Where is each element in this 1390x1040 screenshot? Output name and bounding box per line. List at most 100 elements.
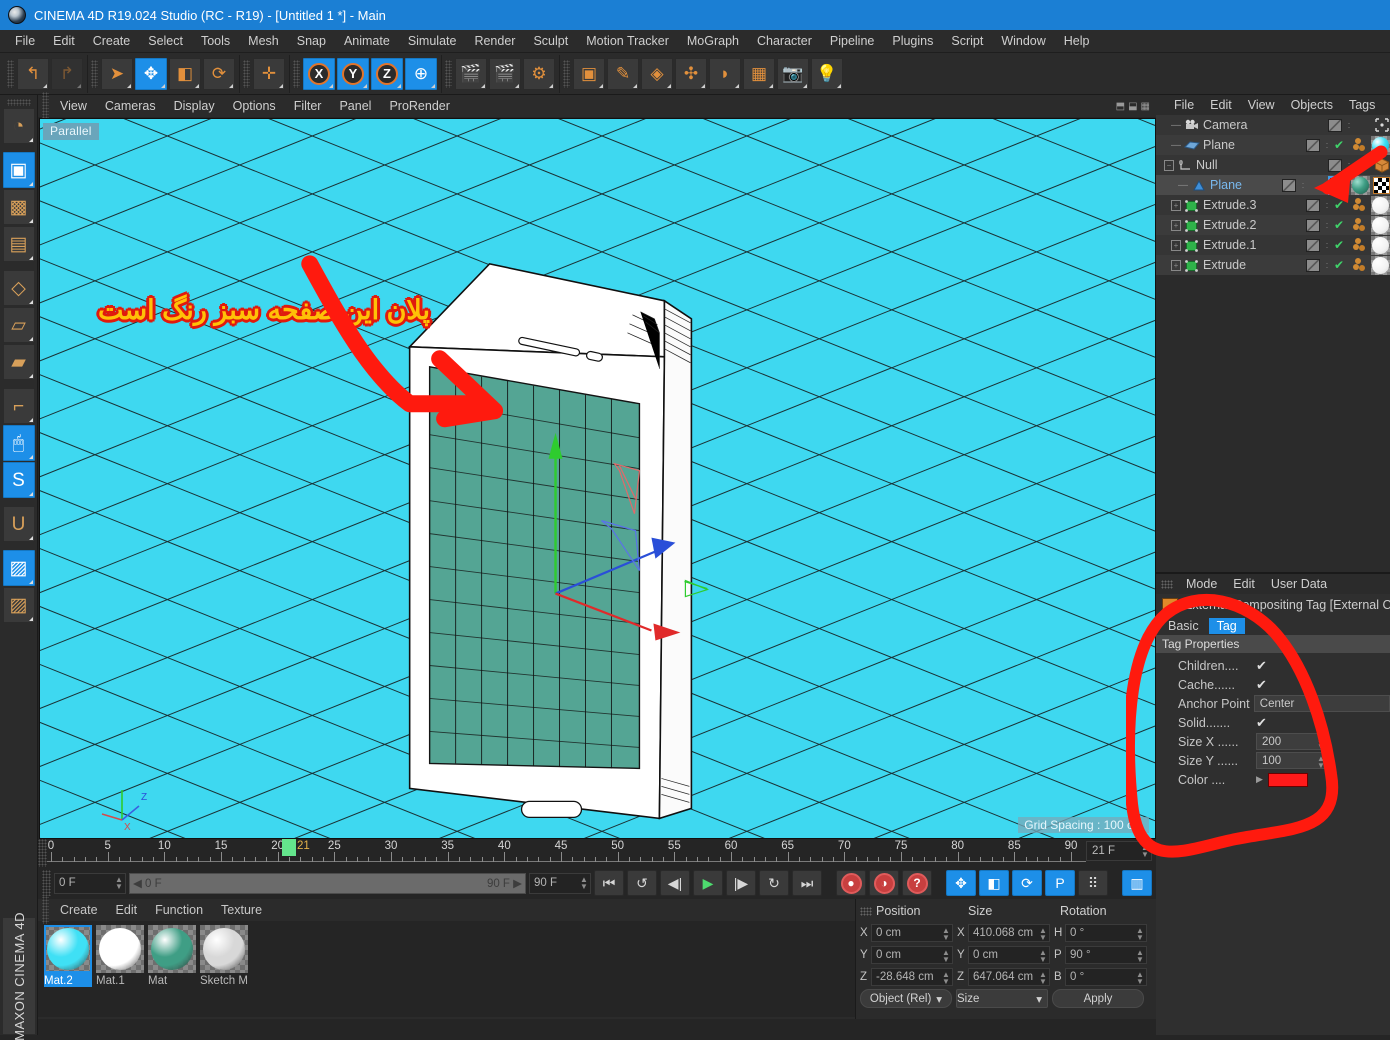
anim-toolbar-gripper[interactable] <box>42 870 51 896</box>
submenu-corner-icon[interactable] <box>28 580 33 584</box>
viewport-maximize-icon[interactable]: ⬓ <box>1128 101 1137 112</box>
checker-tag-icon[interactable] <box>1373 176 1390 194</box>
spinner-icon[interactable]: ▲ ▼ <box>1136 949 1144 964</box>
box-tag-icon[interactable] <box>1374 157 1390 173</box>
menu-item-motion-tracker[interactable]: Motion Tracker <box>577 32 678 50</box>
enable-checkmark-icon[interactable]: ✔ <box>1332 218 1346 232</box>
viewport-minimize-icon[interactable]: ⬒ <box>1116 101 1125 112</box>
attribute-menu-user-data[interactable]: User Data <box>1263 576 1335 592</box>
object-tags[interactable] <box>1322 175 1390 195</box>
submenu-corner-icon[interactable] <box>28 374 33 378</box>
add-environment-button[interactable]: ▦ <box>743 57 775 90</box>
layer-dots-icon[interactable]: · · <box>1322 239 1332 252</box>
coord-mode-dropdown[interactable]: Object (Rel) ▾ <box>860 989 952 1008</box>
world-object-coordinates-button[interactable]: ⊕ <box>405 57 437 90</box>
attribute-tab-tag[interactable]: Tag <box>1208 617 1245 634</box>
external-compositing-tag-icon[interactable] <box>1328 175 1348 195</box>
polygons-mode-tool[interactable]: ▰ <box>2 344 35 380</box>
submenu-corner-icon[interactable] <box>363 83 367 88</box>
submenu-corner-icon[interactable] <box>229 83 233 88</box>
visibility-toggle[interactable] <box>1328 118 1342 132</box>
toolbar-gripper[interactable] <box>243 59 250 88</box>
live-selection-tool[interactable]: ➤ <box>101 57 133 90</box>
material-tag-icon[interactable] <box>1371 195 1390 215</box>
rotation-field-h[interactable]: 0 ° ▲ ▼ <box>1065 924 1147 942</box>
object-tags[interactable] <box>1346 215 1390 235</box>
object-menu-objects[interactable]: Objects <box>1283 97 1341 113</box>
material-tag-icon[interactable] <box>1371 255 1390 275</box>
position-key-button[interactable]: ✥ <box>946 870 976 896</box>
layer-dots-icon[interactable]: · · <box>1322 139 1332 152</box>
object-tags[interactable] <box>1346 255 1390 275</box>
enable-checkmark-icon[interactable]: ✔ <box>1332 138 1346 152</box>
autokeying-button[interactable]: ◑ <box>869 870 899 896</box>
layer-dots-icon[interactable]: · · <box>1344 119 1354 132</box>
viewport-menu-gripper[interactable] <box>42 92 49 120</box>
object-manager-menu[interactable]: FileEditViewObjectsTagsBo <box>1156 95 1390 115</box>
attribute-manager-menu[interactable]: Mode Edit User Data <box>1156 574 1390 594</box>
record-active-objects-button[interactable]: ● <box>836 870 866 896</box>
go-to-next-frame-button[interactable]: |▶ <box>726 870 756 896</box>
attribute-tabs[interactable]: Basic Tag <box>1156 616 1390 635</box>
menu-item-snap[interactable]: Snap <box>288 32 335 50</box>
material-menu-create[interactable]: Create <box>51 901 107 919</box>
layer-dots-icon[interactable]: · · <box>1344 159 1354 172</box>
property-color-swatch[interactable] <box>1267 772 1308 787</box>
viewport-panel-buttons[interactable]: ⬒ ⬓ ▦ <box>1116 101 1156 112</box>
material-menu-function[interactable]: Function <box>146 901 212 919</box>
viewport-menu-cameras[interactable]: Cameras <box>96 97 165 115</box>
viewport-menu-display[interactable]: Display <box>165 97 224 115</box>
add-deformer-button[interactable]: ✣ <box>675 57 707 90</box>
material-swatch[interactable]: Mat.2 <box>44 925 92 1017</box>
submenu-corner-icon[interactable] <box>43 83 47 88</box>
spinner-icon[interactable]: ▲ ▼ <box>942 971 950 986</box>
add-generator-button[interactable]: ◈ <box>641 57 673 90</box>
submenu-corner-icon[interactable] <box>599 83 603 88</box>
soft-selection-tool[interactable]: S <box>2 462 35 498</box>
submenu-corner-icon[interactable] <box>803 83 807 88</box>
submenu-corner-icon[interactable] <box>28 256 33 260</box>
object-row-plane[interactable]: — Plane · · <box>1156 175 1390 195</box>
redo-button[interactable]: ↱ <box>51 57 83 90</box>
coordinate-gripper[interactable] <box>860 906 872 916</box>
go-to-start-button[interactable]: ⏮ <box>594 870 624 896</box>
keyframe-selection-button[interactable]: ? <box>902 870 932 896</box>
left-mode-toolbar[interactable]: ◔ ▣ ▩ ▤ ◇ ▱ ▰ ⌐ 🖱 S U ▨ ▨ MAXON CINEMA 4D <box>0 95 38 1040</box>
menu-item-window[interactable]: Window <box>992 32 1054 50</box>
visibility-toggle[interactable] <box>1306 138 1320 152</box>
viewport-menu-options[interactable]: Options <box>224 97 285 115</box>
timeline-playhead[interactable]: 21 <box>282 839 310 856</box>
toolbar-gripper[interactable] <box>91 59 98 88</box>
submenu-corner-icon[interactable] <box>735 83 739 88</box>
toolbar-gripper[interactable] <box>7 59 14 88</box>
add-light-button[interactable]: 💡 <box>811 57 843 90</box>
object-menu-file[interactable]: File <box>1166 97 1202 113</box>
viewport-menu-filter[interactable]: Filter <box>285 97 331 115</box>
3d-viewport[interactable]: Z X Parallel Grid Spacing : 100 cm پلان … <box>39 118 1156 839</box>
material-tag-icon[interactable] <box>1371 135 1390 155</box>
menu-item-pipeline[interactable]: Pipeline <box>821 32 883 50</box>
material-tag-dots-icon[interactable] <box>1352 237 1368 253</box>
end-frame-spinner-icon[interactable]: ▲ ▼ <box>580 875 588 890</box>
rotation-key-button[interactable]: ⟳ <box>1012 870 1042 896</box>
submenu-corner-icon[interactable] <box>431 83 435 88</box>
object-menu-edit[interactable]: Edit <box>1202 97 1240 113</box>
menu-item-help[interactable]: Help <box>1055 32 1099 50</box>
position-field-z[interactable]: -28.648 cm ▲ ▼ <box>871 968 953 986</box>
point-level-animation-button[interactable]: ⠿ <box>1078 870 1108 896</box>
scale-key-button[interactable]: ◧ <box>979 870 1009 896</box>
toolbar-gripper[interactable] <box>563 59 570 88</box>
timeline-gripper[interactable] <box>38 839 47 867</box>
object-row-extrude-1[interactable]: + Extrude.1 · · ✔ <box>1156 235 1390 255</box>
go-to-next-key-button[interactable]: ↻ <box>759 870 789 896</box>
property-cache-checkbox[interactable]: ✔ <box>1256 677 1267 693</box>
material-menu-edit[interactable]: Edit <box>107 901 147 919</box>
current-frame-field[interactable]: 0 F ▲ ▼ <box>54 872 126 894</box>
viewport-layout-icon[interactable]: ▦ <box>1141 101 1150 112</box>
object-tags[interactable] <box>1368 117 1390 133</box>
add-cube-object-button[interactable]: ▣ <box>573 57 605 90</box>
spinner-icon[interactable]: ▲ ▼ <box>1039 949 1047 964</box>
property-children-checkbox[interactable]: ✔ <box>1256 658 1267 674</box>
submenu-corner-icon[interactable] <box>28 418 33 422</box>
scale-tool[interactable]: ◧ <box>169 57 201 90</box>
